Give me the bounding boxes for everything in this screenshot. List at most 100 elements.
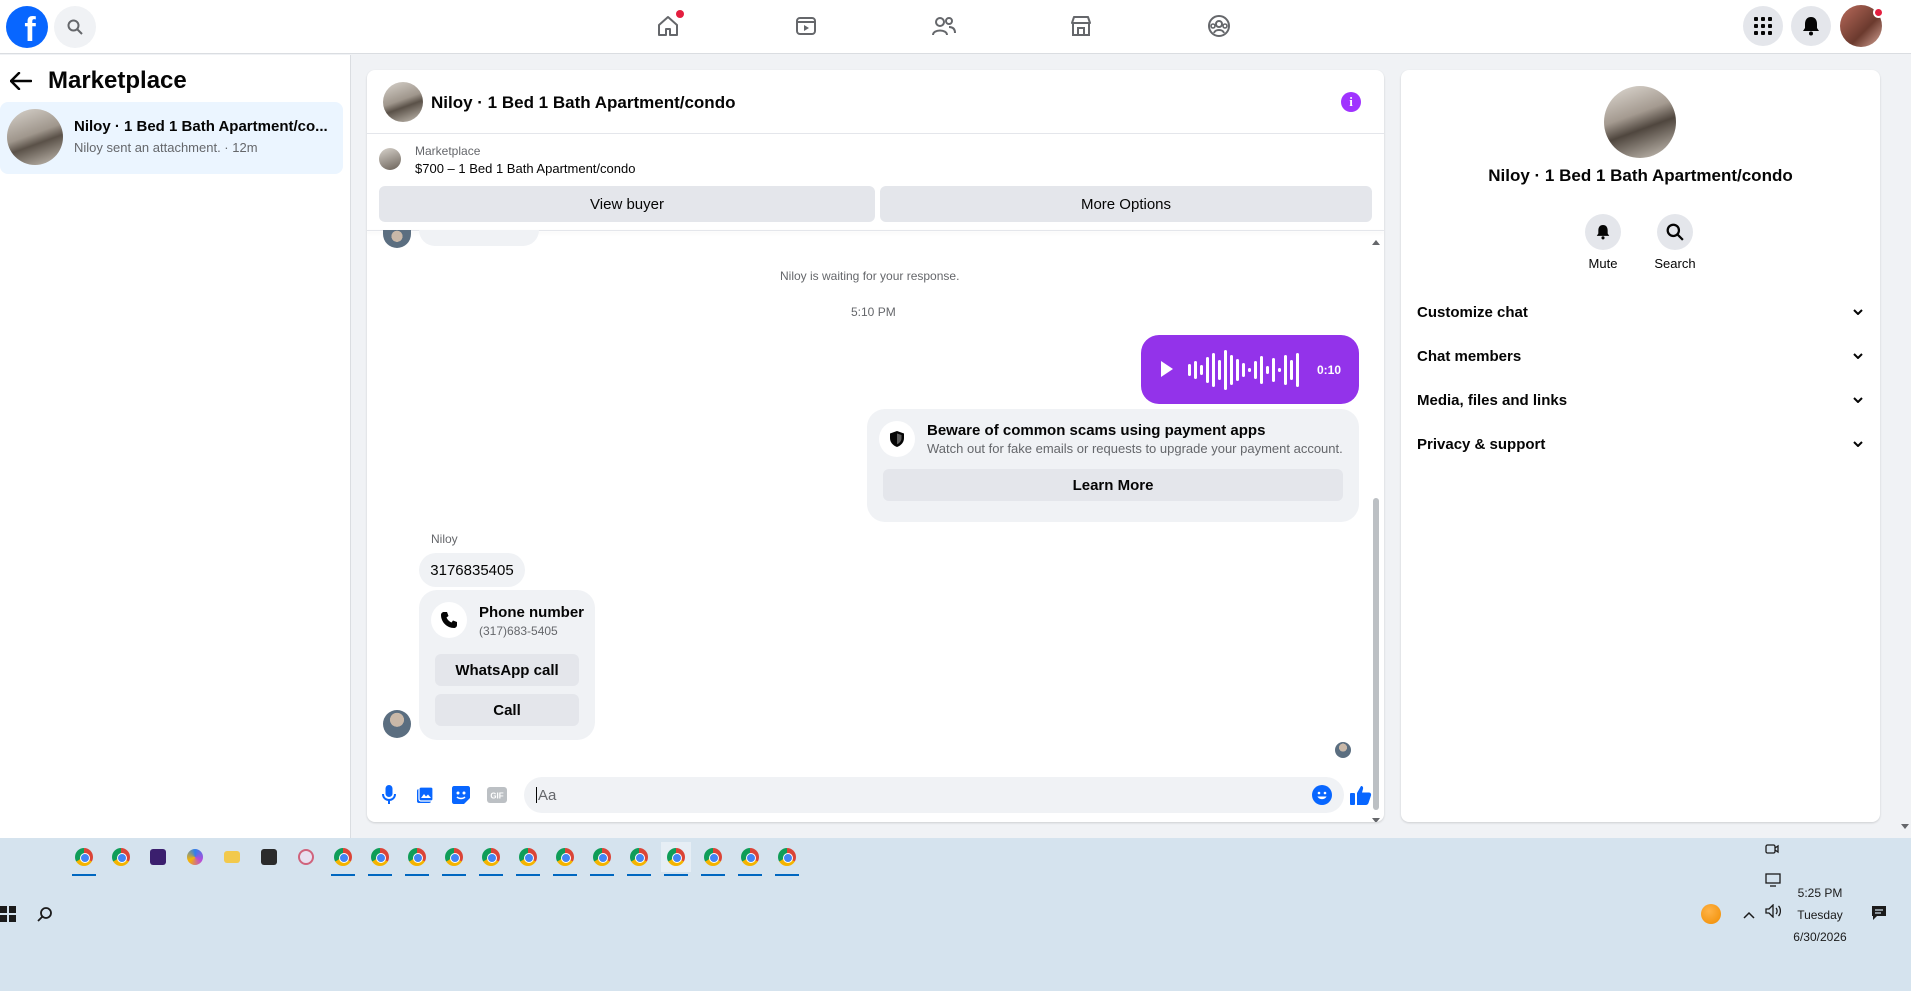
sender-avatar-partial <box>383 230 411 248</box>
voice-clip-button[interactable] <box>375 781 403 809</box>
search-button[interactable] <box>54 6 96 48</box>
show-hidden-icons[interactable] <box>1743 906 1755 924</box>
chat-header-thumbnail[interactable] <box>383 82 423 122</box>
video-tab[interactable] <box>782 8 830 44</box>
notes-icon <box>261 849 277 865</box>
taskbar-chrome-11[interactable] <box>624 842 654 876</box>
taskbar-copilot[interactable] <box>180 842 210 872</box>
taskbar-chrome-1[interactable] <box>69 842 99 876</box>
profile-avatar[interactable] <box>1840 5 1884 47</box>
taskbar-search-button[interactable] <box>37 906 53 927</box>
notifications-button[interactable] <box>1791 6 1831 46</box>
menu-button[interactable] <box>1743 6 1783 46</box>
scroll-up-icon[interactable] <box>1372 240 1380 245</box>
phone-number-message[interactable]: 3176835405 <box>419 553 525 587</box>
taskbar-chrome-7[interactable] <box>476 842 506 876</box>
chrome-icon <box>741 848 759 866</box>
call-button[interactable]: Call <box>435 694 579 726</box>
taskbar-chrome-5[interactable] <box>402 842 432 876</box>
taskbar-chrome-12[interactable] <box>661 842 691 876</box>
info-icon[interactable]: i <box>1341 92 1361 112</box>
more-options-button[interactable]: More Options <box>880 186 1372 222</box>
tray-network-icon[interactable] <box>1765 873 1781 892</box>
taskbar-app-dark[interactable] <box>143 842 173 872</box>
chrome-icon <box>667 848 685 866</box>
tray-camera-icon[interactable] <box>1765 842 1779 861</box>
section-label: Privacy & support <box>1417 435 1546 453</box>
conversation-list-panel: Marketplace Niloy · 1 Bed 1 Bath Apartme… <box>0 55 351 838</box>
taskbar-chrome-9[interactable] <box>550 842 580 876</box>
taskbar-file-explorer[interactable] <box>217 842 247 872</box>
chat-header: Niloy · 1 Bed 1 Bath Apartment/condo i <box>367 70 1384 134</box>
taskbar-chrome-8[interactable] <box>513 842 543 876</box>
app-icon <box>150 849 166 865</box>
marketplace-tab[interactable] <box>1057 8 1105 44</box>
page-title: Marketplace <box>48 67 187 94</box>
chrome-icon <box>112 848 130 866</box>
paint-icon <box>298 849 314 865</box>
mute-button[interactable] <box>1585 214 1621 250</box>
like-button[interactable] <box>1347 781 1375 809</box>
taskbar-chrome-6[interactable] <box>439 842 469 876</box>
search-action[interactable]: Search <box>1639 214 1711 271</box>
message-input[interactable]: Aa <box>524 777 1344 813</box>
sender-avatar[interactable] <box>383 710 411 738</box>
emoji-button[interactable] <box>1308 781 1336 809</box>
listing-price[interactable]: $700 – 1 Bed 1 Bath Apartment/condo <box>415 161 635 176</box>
conversation-title: Niloy · 1 Bed 1 Bath Apartment/co... <box>74 118 328 135</box>
sticker-icon <box>452 786 470 804</box>
voice-message[interactable]: 0:10 <box>1141 335 1359 404</box>
taskbar-chrome-13[interactable] <box>698 842 728 876</box>
taskbar-chrome-10[interactable] <box>587 842 617 876</box>
phone-icon-container <box>431 602 467 638</box>
home-tab[interactable] <box>644 8 692 44</box>
privacy-support-section[interactable]: Privacy & support <box>1417 422 1863 466</box>
media-files-links-section[interactable]: Media, files and links <box>1417 378 1863 422</box>
taskbar-sticky-notes[interactable] <box>254 842 284 872</box>
view-buyer-button[interactable]: View buyer <box>379 186 875 222</box>
taskbar-paint[interactable] <box>291 842 321 872</box>
svg-text:GIF: GIF <box>490 792 503 801</box>
whatsapp-call-button[interactable]: WhatsApp call <box>435 654 579 686</box>
play-icon[interactable] <box>1161 361 1173 377</box>
friends-tab[interactable] <box>920 8 968 44</box>
back-arrow-icon[interactable] <box>10 72 32 90</box>
facebook-logo-letter: f <box>24 11 36 48</box>
gif-button[interactable]: GIF <box>483 781 511 809</box>
chat-bubble-icon <box>1872 906 1886 920</box>
left-header: Marketplace <box>10 67 187 95</box>
taskbar-clock[interactable]: 5:25 PM Tuesday 6/30/2026 <box>1780 882 1860 948</box>
page-scrollbar[interactable] <box>1899 55 1911 838</box>
conversation-item[interactable]: Niloy · 1 Bed 1 Bath Apartment/co... Nil… <box>0 102 343 174</box>
section-label: Customize chat <box>1417 303 1528 321</box>
taskbar-chrome-3[interactable] <box>328 842 358 876</box>
clock-date: 6/30/2026 <box>1793 930 1847 944</box>
groups-tab[interactable] <box>1195 8 1243 44</box>
search-in-conversation-button[interactable] <box>1657 214 1693 250</box>
start-button[interactable] <box>0 906 16 927</box>
bell-icon <box>1803 17 1819 36</box>
chat-scrollbar[interactable] <box>1370 236 1382 822</box>
taskbar-chrome-15[interactable] <box>772 842 802 876</box>
previous-message-bubble <box>419 230 539 246</box>
customize-chat-section[interactable]: Customize chat <box>1417 290 1863 334</box>
video-icon <box>796 17 816 35</box>
attach-photo-button[interactable] <box>411 781 439 809</box>
chat-title[interactable]: Niloy · 1 Bed 1 Bath Apartment/condo <box>431 93 735 113</box>
mute-action[interactable]: Mute <box>1567 214 1639 271</box>
taskbar-chrome-14[interactable] <box>735 842 765 876</box>
chat-members-section[interactable]: Chat members <box>1417 334 1863 378</box>
learn-more-button[interactable]: Learn More <box>883 469 1343 501</box>
notification-center-button[interactable] <box>1871 905 1887 926</box>
scrollbar-thumb[interactable] <box>1373 498 1379 810</box>
taskbar-chrome-2[interactable] <box>106 842 136 872</box>
scroll-down-icon[interactable] <box>1900 823 1910 831</box>
facebook-logo[interactable]: f <box>6 6 48 48</box>
profile-notification-dot <box>1873 7 1884 18</box>
waveform <box>1188 349 1299 391</box>
search-label: Search <box>1654 256 1696 271</box>
sticker-button[interactable] <box>447 781 475 809</box>
taskbar-chrome-4[interactable] <box>365 842 395 876</box>
tray-status-orb[interactable] <box>1701 904 1721 924</box>
listing-photo[interactable] <box>1604 86 1676 158</box>
